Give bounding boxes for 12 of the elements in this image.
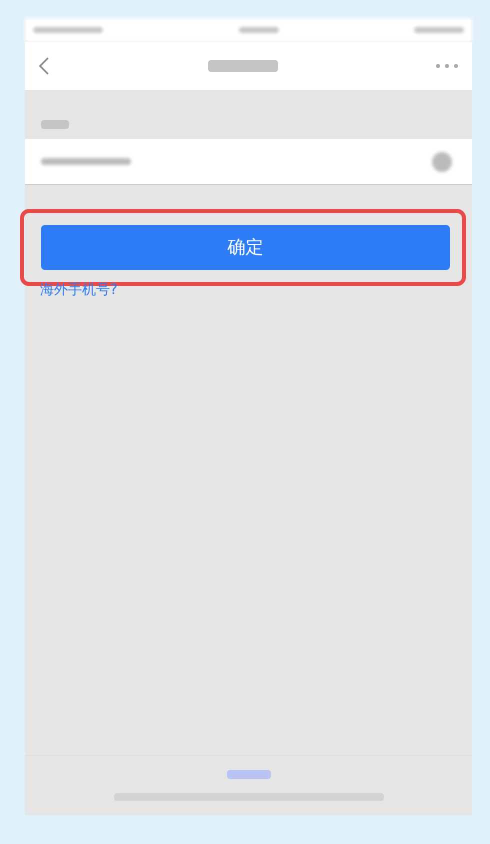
battery-icon bbox=[414, 27, 464, 33]
more-icon[interactable] bbox=[436, 64, 458, 68]
overseas-phone-link[interactable]: 海外手机号? bbox=[25, 280, 118, 301]
clock-icon bbox=[238, 27, 278, 33]
redacted-link[interactable] bbox=[226, 770, 270, 779]
redacted-label bbox=[41, 120, 69, 129]
signal-icon bbox=[33, 27, 103, 33]
confirm-button[interactable]: 确定 bbox=[41, 225, 450, 270]
clear-icon[interactable] bbox=[432, 152, 452, 172]
account-field[interactable] bbox=[25, 139, 472, 185]
redacted-title bbox=[208, 60, 278, 72]
back-icon[interactable] bbox=[39, 57, 49, 75]
